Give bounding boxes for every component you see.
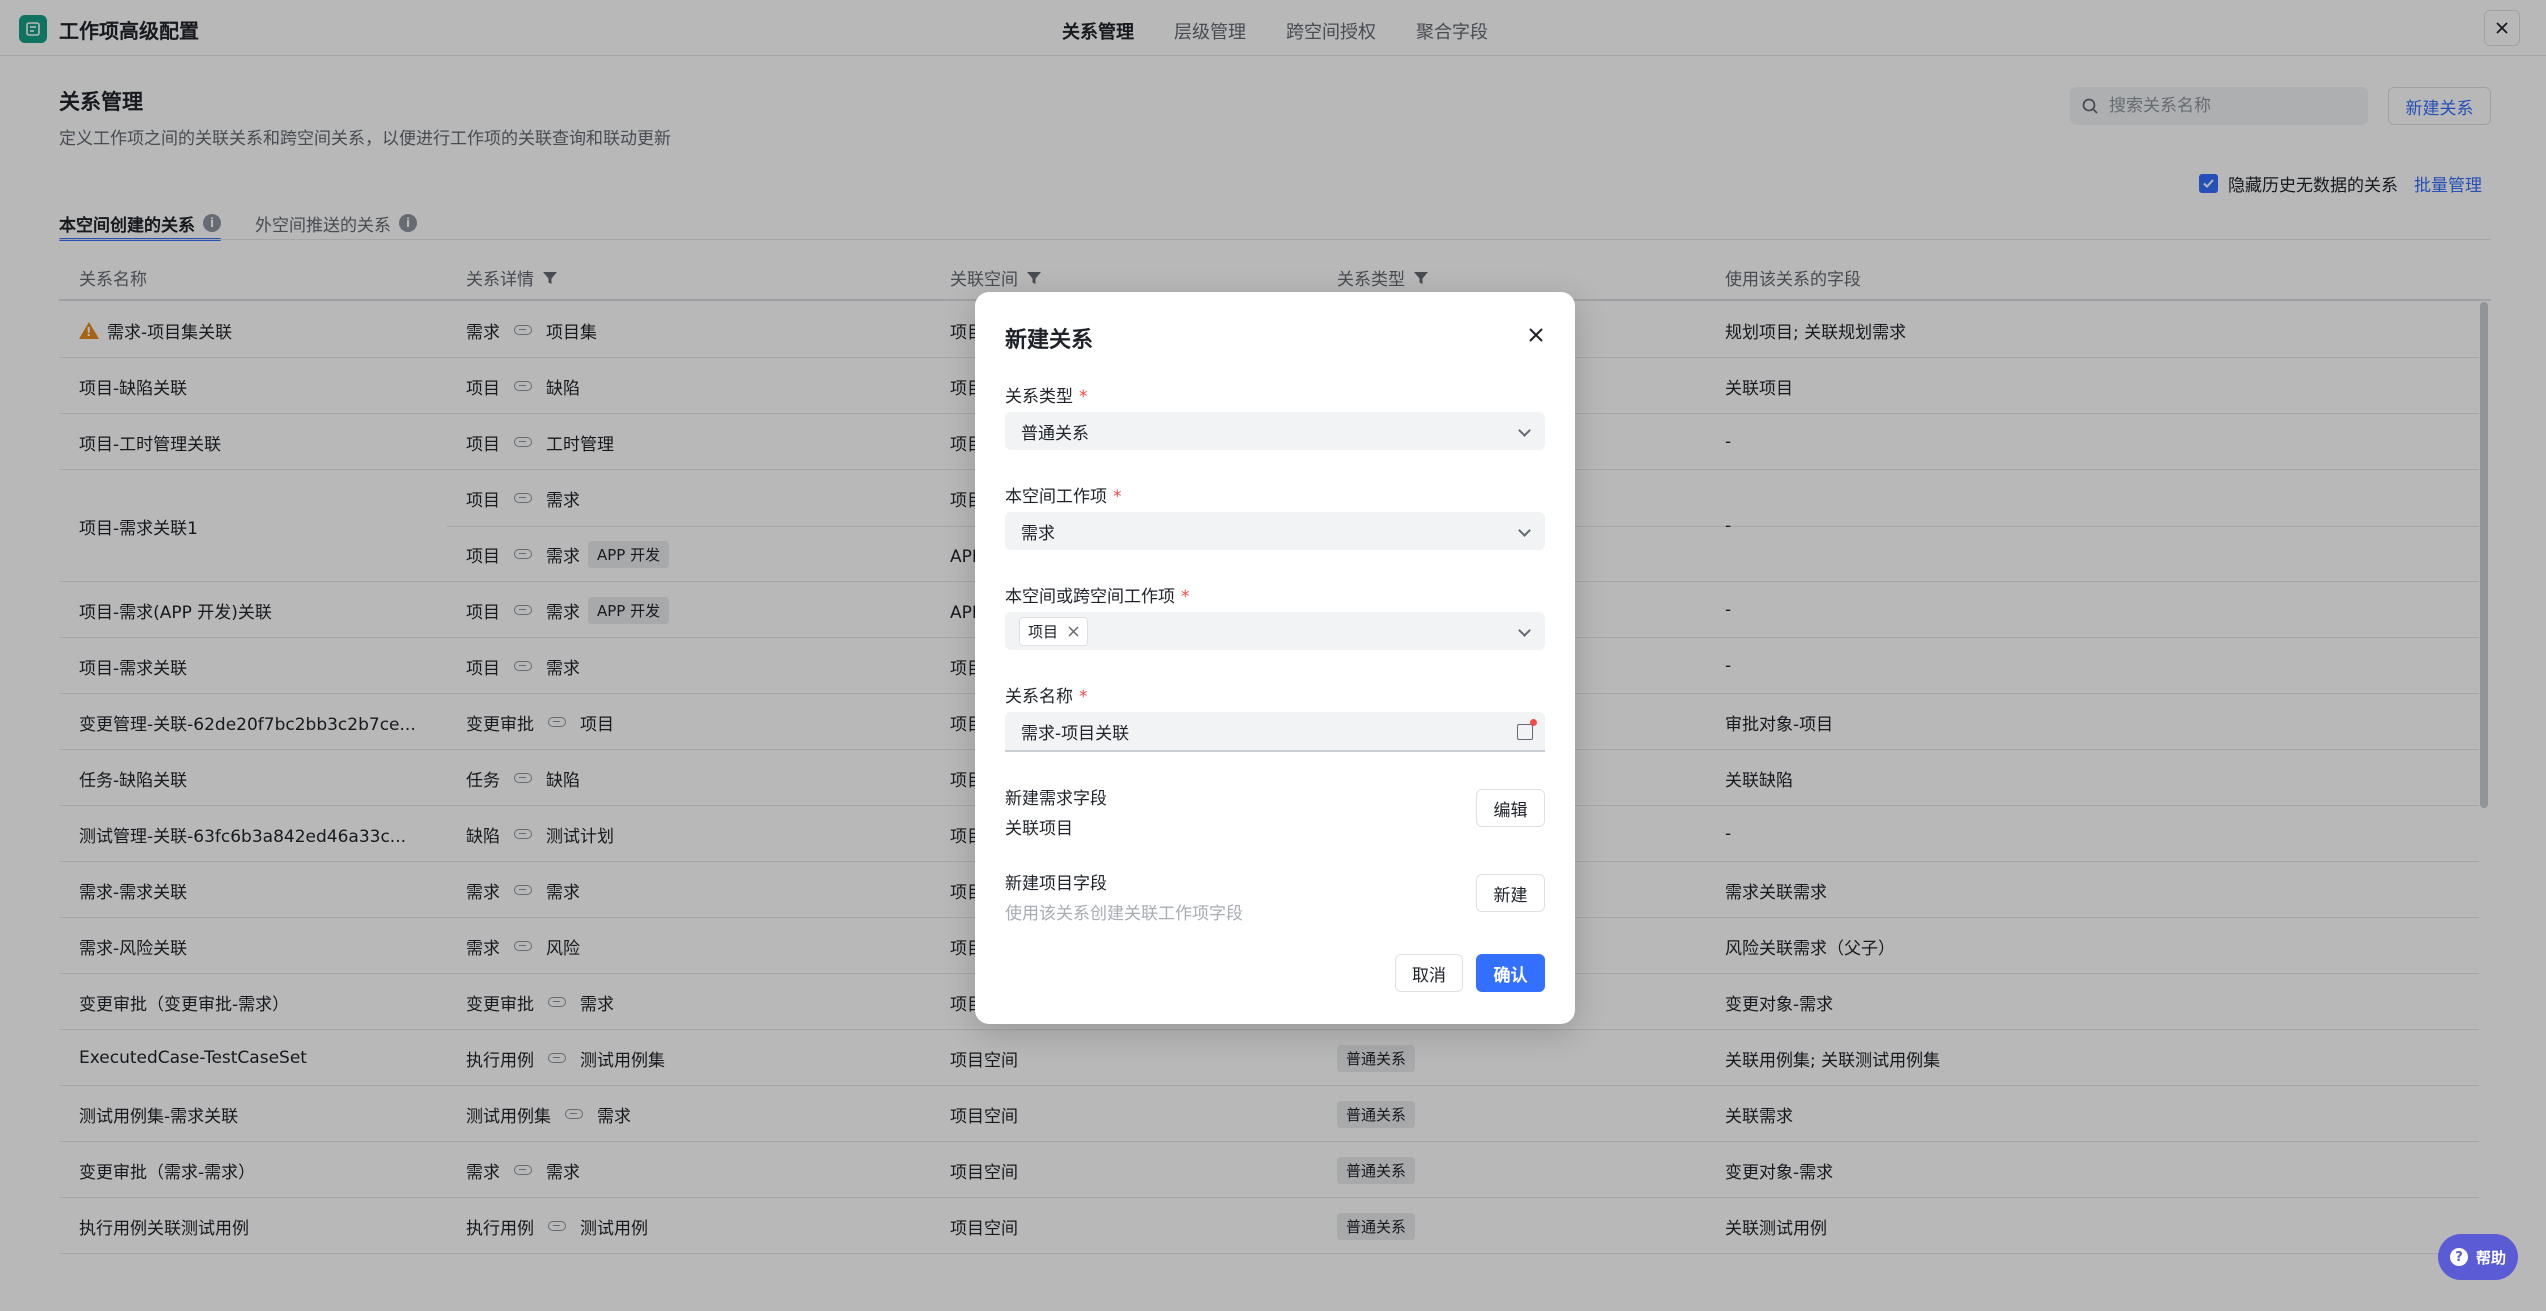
remove-chip-icon[interactable] bbox=[1068, 625, 1079, 637]
dialog-title: 新建关系 bbox=[1005, 328, 1094, 353]
chevron-down-icon bbox=[1518, 624, 1531, 637]
help-icon: ? bbox=[2449, 1248, 2468, 1266]
relation-type-label: 关系类型 * bbox=[1005, 387, 1088, 407]
relation-type-select[interactable]: 普通关系 bbox=[1005, 412, 1545, 450]
new-requirement-field-value: 关联项目 bbox=[1005, 819, 1073, 839]
chevron-down-icon bbox=[1518, 524, 1531, 537]
local-item-label: 本空间工作项 * bbox=[1005, 487, 1122, 507]
confirm-button[interactable]: 确认 bbox=[1476, 954, 1545, 992]
dialog-close-button[interactable] bbox=[1521, 320, 1551, 350]
target-item-label: 本空间或跨空间工作项 * bbox=[1005, 587, 1190, 607]
edit-field-button[interactable]: 编辑 bbox=[1476, 789, 1545, 827]
new-relation-dialog: 新建关系 关系类型 * 普通关系 本空间工作项 * 需求 本空间或跨空间工作项 * 项… bbox=[975, 292, 1575, 1024]
local-item-select[interactable]: 需求 bbox=[1005, 512, 1545, 550]
selected-chip: 项目 bbox=[1019, 616, 1089, 646]
relation-name-input[interactable]: 需求-项目关联 bbox=[1005, 712, 1545, 752]
relation-name-label: 关系名称 * bbox=[1005, 687, 1088, 707]
target-item-select[interactable]: 项目 bbox=[1005, 612, 1545, 650]
cancel-button[interactable]: 取消 bbox=[1395, 954, 1463, 992]
new-project-field-hint: 使用该关系创建关联工作项字段 bbox=[1005, 904, 1243, 924]
help-button[interactable]: ? 帮助 bbox=[2438, 1234, 2518, 1280]
close-icon bbox=[1529, 328, 1543, 342]
chevron-down-icon bbox=[1518, 424, 1531, 437]
new-requirement-field-label: 新建需求字段 bbox=[1005, 789, 1107, 809]
create-field-button[interactable]: 新建 bbox=[1476, 874, 1545, 912]
edit-icon[interactable] bbox=[1517, 719, 1537, 740]
new-project-field-label: 新建项目字段 bbox=[1005, 874, 1107, 894]
